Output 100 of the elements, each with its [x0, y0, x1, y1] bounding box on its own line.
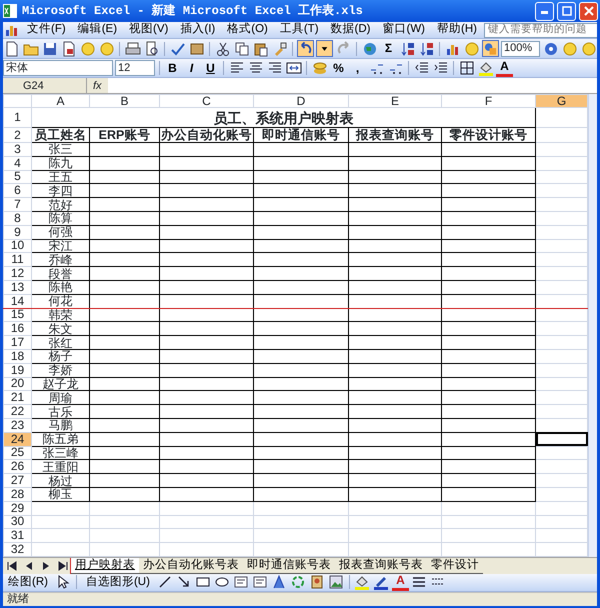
row-header[interactable]: 10: [4, 239, 32, 253]
name-cell: 赵子龙: [32, 377, 90, 391]
row-header[interactable]: 11: [4, 252, 32, 267]
name-cell: 杨子: [32, 349, 90, 364]
draw-menu-button[interactable]: 绘图(R): [3, 574, 53, 591]
row-header[interactable]: 29: [4, 501, 32, 516]
zoom-dropdown[interactable]: 100%: [501, 40, 540, 56]
menu-item[interactable]: 数据(D): [326, 22, 376, 38]
sheet-tab[interactable]: 用户映射表: [71, 558, 139, 574]
name-cell: 陈九: [32, 156, 90, 170]
row-header[interactable]: 30: [4, 515, 32, 529]
name-cell: 陈算: [32, 211, 90, 226]
name-cell: 朱文: [32, 322, 90, 336]
row-header[interactable]: 4: [4, 156, 32, 170]
name-cell: 张红: [32, 336, 90, 350]
row-header[interactable]: 27: [4, 474, 32, 488]
row-header[interactable]: 8: [4, 211, 32, 226]
row-header[interactable]: 23: [4, 418, 32, 432]
name-cell: 张三峰: [32, 446, 90, 460]
menu-item[interactable]: 格式(O): [222, 22, 273, 38]
name-cell: 何花: [32, 294, 90, 308]
name-cell: 张三: [32, 142, 90, 156]
column-heading: ERP账号: [90, 128, 160, 142]
row-header[interactable]: 18: [4, 349, 32, 364]
name-cell: 柳玉: [32, 487, 90, 502]
column-heading: 办公自动化账号: [160, 128, 254, 142]
column-header[interactable]: E: [348, 94, 442, 108]
row-header[interactable]: 26: [4, 460, 32, 474]
row-header[interactable]: 1: [4, 108, 32, 128]
row-header[interactable]: 15: [4, 308, 32, 322]
name-cell: 王重阳: [32, 460, 90, 474]
menu-item[interactable]: 文件(F): [22, 22, 71, 38]
row-header[interactable]: 24: [4, 432, 32, 446]
menu-item[interactable]: 工具(T): [274, 22, 324, 38]
row-header[interactable]: 20: [4, 377, 32, 391]
column-header[interactable]: G: [536, 94, 588, 108]
name-cell: 陈艳: [32, 280, 90, 294]
row-header[interactable]: 3: [4, 142, 32, 156]
row-header[interactable]: 21: [4, 390, 32, 405]
help-search-field[interactable]: 键入需要帮助的问题: [484, 22, 597, 38]
row-header[interactable]: 5: [4, 170, 32, 184]
font-size-dropdown[interactable]: 12: [115, 60, 155, 76]
row-header[interactable]: 17: [4, 336, 32, 350]
row-header[interactable]: 13: [4, 280, 32, 294]
bold-button[interactable]: B: [164, 60, 181, 76]
menu-item[interactable]: 帮助(H): [432, 22, 482, 38]
name-cell: 乔峰: [32, 252, 90, 267]
autoshapes-menu-button[interactable]: 自选图形(U): [80, 574, 155, 591]
row-header[interactable]: 28: [4, 487, 32, 502]
row-header[interactable]: 32: [4, 542, 32, 556]
name-cell: 宋江: [32, 239, 90, 253]
name-cell: 韩荣: [32, 308, 90, 322]
menu-item[interactable]: 窗口(W): [378, 22, 430, 38]
underline-button[interactable]: U: [202, 60, 219, 76]
name-box[interactable]: G24: [3, 78, 87, 93]
row-header[interactable]: 12: [4, 266, 32, 280]
row-header[interactable]: 7: [4, 198, 32, 212]
row-header[interactable]: 22: [4, 404, 32, 418]
name-cell: 周瑜: [32, 390, 90, 405]
row-header[interactable]: 25: [4, 446, 32, 460]
percent-button[interactable]: %: [330, 60, 347, 76]
name-cell: 李四: [32, 184, 90, 198]
comma-button[interactable]: ,: [349, 60, 366, 76]
window-title: Microsoft Excel - 新建 Microsoft Excel 工作表.xls: [22, 2, 363, 20]
sheet-tab[interactable]: 报表查询账号表: [335, 558, 427, 574]
column-header[interactable]: D: [254, 94, 348, 108]
row-header[interactable]: 19: [4, 363, 32, 378]
sheet-title: 员工、系统用户映射表: [32, 108, 536, 128]
status-text: 就绪: [3, 592, 597, 606]
column-heading: 报表查询账号: [348, 128, 442, 142]
column-heading: 员工姓名: [32, 128, 90, 142]
column-heading: 即时通信账号: [254, 128, 348, 142]
insert-function-button[interactable]: fx: [87, 78, 108, 93]
italic-button[interactable]: I: [183, 60, 200, 76]
name-cell: 段誉: [32, 266, 90, 280]
row-header[interactable]: 14: [4, 294, 32, 308]
name-cell: 古乐: [32, 404, 90, 418]
menu-item[interactable]: 视图(V): [124, 22, 174, 38]
column-header[interactable]: F: [442, 94, 536, 108]
row-header[interactable]: 31: [4, 528, 32, 543]
row-header[interactable]: 2: [4, 128, 32, 142]
name-cell: 马鹏: [32, 418, 90, 432]
menu-item[interactable]: 插入(I): [175, 22, 220, 38]
column-header[interactable]: C: [160, 94, 254, 108]
column-header[interactable]: A: [32, 94, 90, 108]
row-header[interactable]: 6: [4, 184, 32, 198]
name-cell: 李娇: [32, 363, 90, 378]
font-dropdown[interactable]: 宋体: [3, 60, 113, 76]
row-header[interactable]: 9: [4, 225, 32, 240]
sheet-tab[interactable]: 即时通信账号表: [243, 558, 335, 574]
sheet-tab[interactable]: 零件设计: [427, 558, 483, 574]
name-cell: 王五: [32, 170, 90, 184]
sheet-tab[interactable]: 办公自动化账号表: [139, 558, 243, 574]
row-header[interactable]: 16: [4, 322, 32, 336]
menu-item[interactable]: 编辑(E): [72, 22, 122, 38]
column-header[interactable]: B: [90, 94, 160, 108]
autosum-button[interactable]: Σ: [380, 40, 397, 57]
name-cell: 范好: [32, 198, 90, 212]
name-cell: 何强: [32, 225, 90, 240]
name-cell: 杨过: [32, 474, 90, 488]
